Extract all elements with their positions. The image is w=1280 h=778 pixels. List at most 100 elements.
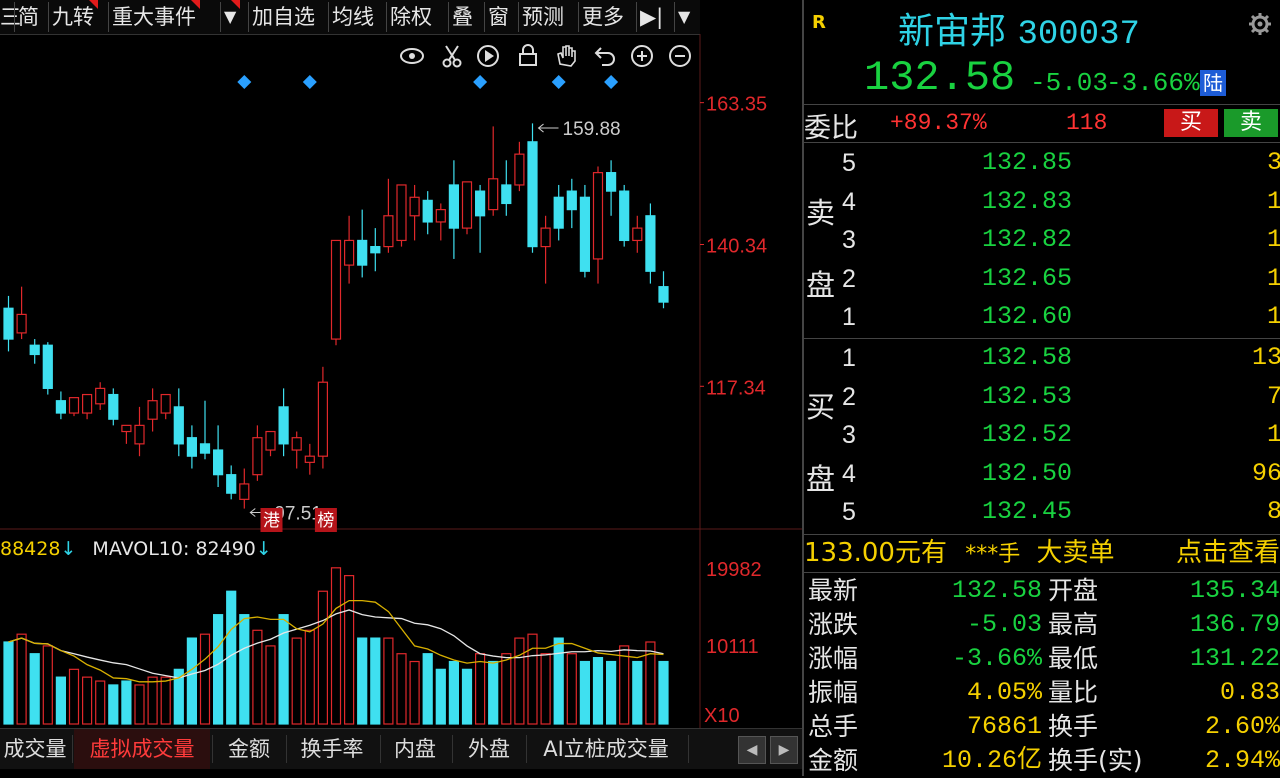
forecast-button[interactable]: 预测 [522, 0, 564, 34]
menu-item-jiuzhuan[interactable]: 九转 [52, 0, 98, 34]
toolbar-divider [386, 2, 387, 32]
volume-bar [540, 653, 551, 725]
buy-row[interactable]: 4 132.50 96 [804, 455, 1280, 493]
stat-row: 最新 132.58 开盘 135.34 [804, 574, 1280, 608]
ex-rights-button[interactable]: 除权 [390, 0, 432, 34]
window-button[interactable]: 窗 [488, 0, 509, 34]
tab-outer[interactable]: 外盘 [454, 729, 524, 769]
volume-bar [632, 660, 643, 725]
zoom-in-icon[interactable] [631, 45, 653, 67]
candle-body [553, 196, 564, 229]
stat-label: 最新 [808, 576, 859, 605]
tab-volume[interactable]: 成交量 [0, 729, 70, 769]
price-axis-label: 117.34 [706, 377, 766, 399]
overlay-button[interactable]: 叠 [452, 0, 473, 34]
volume-bar [55, 676, 67, 725]
candle-body [68, 397, 80, 414]
level-price: 132.82 [981, 225, 1072, 254]
more-button[interactable]: 更多 [582, 0, 624, 34]
volume-axis-label: 19982 [706, 559, 762, 581]
volume-unit-label: X10 [704, 705, 740, 727]
stat-label: 最高 [1048, 610, 1099, 639]
volume-bar [409, 660, 420, 725]
sell-row[interactable]: 3 132.82 1 [804, 221, 1280, 259]
hand-icon[interactable] [557, 45, 576, 67]
stat-value: 2.60% [1204, 712, 1280, 741]
candle-body [448, 184, 459, 229]
volume-bar [475, 653, 486, 725]
buy-button[interactable]: 买 [1164, 109, 1218, 137]
buy-row[interactable]: 5 132.45 8 [804, 493, 1280, 531]
stat-row: 涨跌 -5.03 最高 136.79 [804, 608, 1280, 642]
big-order-action[interactable]: 点击查看 [1176, 536, 1280, 570]
volume-bar [553, 637, 564, 725]
level-price: 132.65 [981, 263, 1072, 293]
candle-body [186, 437, 197, 457]
undo-icon[interactable] [594, 47, 615, 66]
volume-bar [291, 637, 302, 725]
menu-item-jian[interactable]: 简 [18, 0, 39, 34]
kline-chart[interactable]: 163.35140.34117.34159.8897.51港 榜199821011… [0, 34, 802, 728]
scroll-left-button[interactable]: ◀ [738, 736, 766, 764]
settings-icon[interactable] [1248, 12, 1272, 36]
down-arrow-icon: ↓ [255, 538, 272, 560]
tab-inner[interactable]: 内盘 [380, 729, 450, 769]
zoom-out-icon[interactable] [669, 45, 691, 67]
level-price: 132.53 [981, 381, 1072, 411]
sell-row[interactable]: 5 132.85 3 [804, 144, 1280, 182]
dropdown-chevron-icon[interactable]: ▼ [224, 0, 241, 34]
eye-icon[interactable] [400, 48, 424, 64]
volume-bar [29, 653, 40, 725]
price-axis-label: 140.34 [706, 236, 767, 258]
level-number: 2 [842, 264, 856, 293]
add-watchlist-button[interactable]: 加自选 [252, 0, 315, 34]
candle-body [55, 400, 67, 414]
tab-ai-volume[interactable]: AI立桩成交量 [526, 729, 686, 769]
play-icon[interactable] [477, 45, 499, 67]
stat-label: 涨跌 [808, 610, 859, 639]
candle-body [422, 199, 433, 223]
buy-row[interactable]: 3 132.52 1 [804, 416, 1280, 454]
tab-virtual-volume[interactable]: 虚拟成交量 [74, 729, 210, 769]
sell-button[interactable]: 卖 [1224, 109, 1278, 137]
buy-row[interactable]: 2 132.53 7 [804, 378, 1280, 416]
volume-bar [658, 660, 669, 725]
candle-body [278, 406, 289, 445]
buy-row[interactable]: 1 132.58 13 [804, 339, 1280, 377]
lock-icon[interactable] [519, 44, 537, 66]
volume-bar [68, 668, 80, 725]
candle-body [592, 172, 604, 260]
stat-value: 0.83 [1219, 678, 1280, 707]
sell-row[interactable]: 2 132.65 1 [804, 260, 1280, 298]
tab-amount[interactable]: 金额 [214, 729, 284, 769]
volume-axis-label: 10111 [706, 636, 759, 658]
volume-bar [160, 676, 171, 725]
level-volume: 1 [1266, 263, 1280, 293]
candle-body [330, 239, 342, 340]
scissors-icon[interactable] [442, 45, 462, 68]
ma-button[interactable]: 均线 [332, 0, 374, 34]
volume-legend: 88428↓ MAVOL10: 82490↓ [0, 538, 272, 562]
sell-row[interactable]: 1 132.60 1 [804, 298, 1280, 336]
toolbar-divider [578, 2, 579, 32]
menu-item-major-events[interactable]: 重大事件 [112, 0, 200, 34]
candle-body [199, 443, 211, 454]
level-price: 132.58 [981, 343, 1072, 372]
volume-bar [566, 653, 577, 725]
big-order-ticker[interactable]: 133.00元有 ***手 大卖单 点击查看 [804, 536, 1280, 570]
dropdown-chevron-icon[interactable]: ▼ [678, 0, 690, 34]
candle-body [147, 400, 158, 420]
play-end-icon[interactable]: ▶| [640, 0, 663, 34]
level-price: 132.85 [981, 148, 1072, 177]
sell-row[interactable]: 4 132.83 1 [804, 183, 1280, 221]
stat-value: 136.79 [1189, 610, 1280, 639]
candle-body [213, 449, 224, 476]
tab-turnover[interactable]: 换手率 [286, 729, 378, 769]
candle-body [16, 313, 27, 334]
scroll-right-button[interactable]: ▶ [770, 736, 798, 764]
volume-bar [16, 633, 27, 725]
level-number: 1 [842, 344, 856, 372]
volume-bar [186, 637, 197, 725]
level-price: 132.50 [981, 458, 1072, 488]
volume-bar [134, 684, 145, 725]
